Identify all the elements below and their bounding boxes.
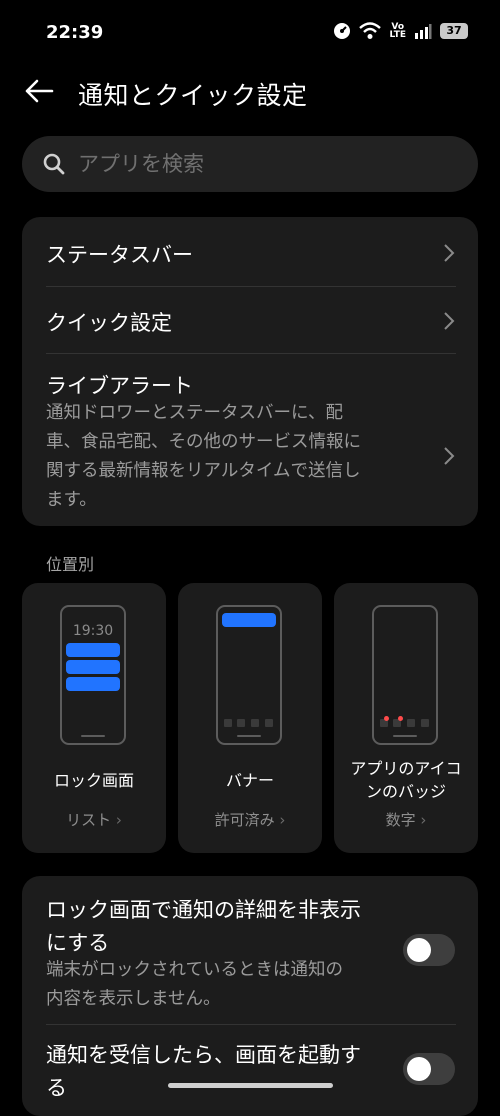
settings-card: ステータスバー クイック設定 ライブアラート 通知ドロワーとステータスバーに、配… — [22, 217, 478, 526]
gesture-bar[interactable] — [168, 1083, 333, 1088]
wake-screen-row[interactable]: 通知を受信したら、画面を起動す る — [22, 1025, 478, 1115]
page-title: 通知とクイック設定 — [78, 81, 308, 110]
hide-details-title: ロック画面で通知の詳細を非表示 にする — [46, 898, 361, 955]
section-label: 位置別 — [46, 555, 95, 574]
badge-dot — [384, 716, 389, 721]
tile-value: 数字 › — [385, 811, 427, 829]
phone-preview — [216, 605, 282, 745]
tile-label: ロック画面 — [53, 771, 134, 790]
tile-lock-screen[interactable]: 19:30 ロック画面 リスト › — [22, 583, 166, 853]
search-input[interactable] — [76, 151, 440, 177]
live-alert-row[interactable]: ライブアラート 通知ドロワーとステータスバーに、配 車、食品宅配、その他のサービ… — [22, 354, 478, 524]
chevron-right-icon: › — [415, 811, 427, 829]
status-icons: Vo LTE 37 — [333, 22, 468, 40]
chevron-right-icon — [444, 312, 455, 330]
search-icon — [43, 153, 65, 175]
status-bar-row[interactable]: ステータスバー — [22, 217, 478, 287]
toggle-card: ロック画面で通知の詳細を非表示 にする 端末がロックされているときは通知の 内容… — [22, 876, 478, 1116]
chevron-right-icon — [444, 244, 455, 262]
tile-value: 許可済み › — [214, 811, 286, 829]
tile-label: アプリのアイコ ンのバッジ — [350, 759, 462, 801]
status-time: 22:39 — [46, 22, 104, 43]
wake-screen-title: 通知を受信したら、画面を起動す る — [46, 1043, 361, 1100]
volte-icon: Vo LTE — [389, 22, 406, 40]
chevron-right-icon: › — [111, 811, 122, 829]
battery-icon: 37 — [440, 23, 468, 39]
chevron-right-icon — [444, 447, 455, 465]
back-arrow-icon[interactable] — [22, 74, 56, 108]
tile-label: バナー — [225, 771, 274, 790]
hide-details-toggle[interactable] — [403, 934, 455, 966]
wifi-icon — [359, 22, 382, 39]
phone-preview: 19:30 — [60, 605, 126, 745]
hide-details-row[interactable]: ロック画面で通知の詳細を非表示 にする 端末がロックされているときは通知の 内容… — [22, 876, 478, 1024]
tile-banner[interactable]: バナー 許可済み › — [178, 583, 322, 853]
tile-value: リスト › — [66, 811, 122, 829]
wake-screen-toggle[interactable] — [403, 1053, 455, 1085]
phone-preview — [372, 605, 438, 745]
data-saver-icon — [334, 23, 351, 39]
chevron-right-icon: › — [274, 811, 286, 829]
search-bar[interactable] — [22, 136, 478, 192]
signal-icon — [415, 24, 432, 39]
tile-app-badges[interactable]: アプリのアイコ ンのバッジ 数字 › — [334, 583, 478, 853]
preview-clock: 19:30 — [72, 623, 114, 639]
quick-settings-row[interactable]: クイック設定 — [22, 287, 478, 353]
quick-settings-label: クイック設定 — [46, 311, 172, 335]
status-bar-label: ステータスバー — [46, 243, 193, 267]
live-alert-label: ライブアラート — [46, 374, 193, 398]
live-alert-description: 通知ドロワーとステータスバーに、配 車、食品宅配、その他のサービス情報に 関する… — [46, 403, 361, 510]
hide-details-description: 端末がロックされているときは通知の 内容を表示しません。 — [46, 960, 343, 1009]
badge-dot — [398, 716, 403, 721]
